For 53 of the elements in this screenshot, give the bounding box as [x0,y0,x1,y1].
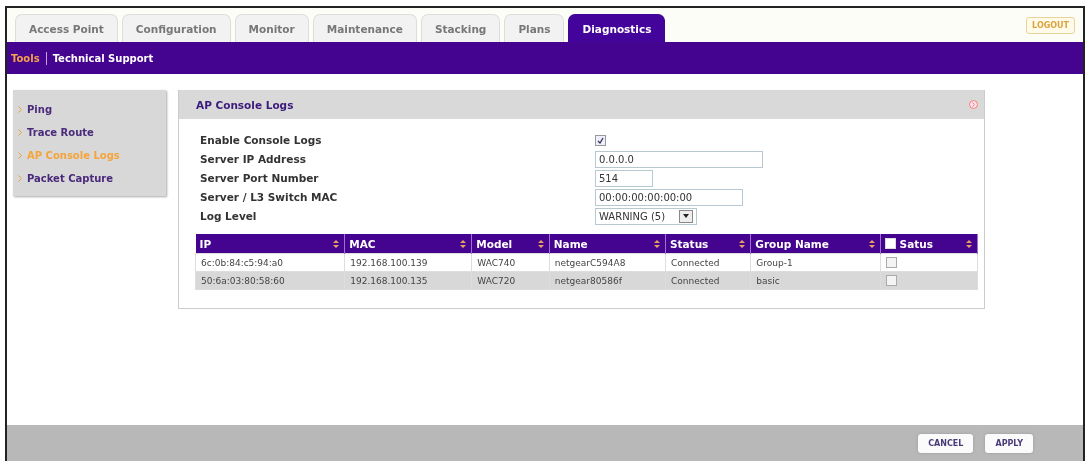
nav-tab[interactable]: Diagnostics [568,14,666,42]
nav-tab[interactable]: Monitor [234,14,309,42]
column-header[interactable]: Status [665,234,751,254]
column-header[interactable]: Satus [880,234,978,254]
nav-tab[interactable]: Access Point [15,14,118,42]
table-cell: 192.168.100.139 [344,253,472,272]
sidebar-item[interactable]: Trace Route [13,121,166,144]
input-field[interactable]: 514 [595,169,653,187]
sort-icon[interactable] [536,238,545,249]
subnav-link[interactable]: Tools [11,52,40,64]
column-header[interactable]: IP [195,234,345,254]
column-header[interactable]: Model [471,234,550,254]
sort-icon[interactable] [738,238,747,249]
column-header[interactable]: Name [549,234,666,254]
panel-title: AP Console Logs [196,98,294,111]
nav-tab[interactable]: Configuration [121,14,231,42]
column-header[interactable]: MAC [344,234,472,254]
chevron-icon [18,152,22,159]
nav-tab[interactable]: Maintenance [312,14,417,42]
sort-icon[interactable] [332,238,341,249]
footer-button[interactable]: CANCEL [918,433,974,453]
field-label: Enable Console Logs [200,133,323,148]
chevron-icon [18,129,22,136]
select-all-checkbox[interactable] [884,238,896,249]
input-field[interactable]: 00:00:00:00:00:00 [595,188,743,206]
sort-icon[interactable] [965,238,973,249]
field-label: Log Level [200,209,258,224]
field-label: Server Port Number [200,171,320,186]
sidebar-item[interactable]: Ping [13,98,166,121]
chevron-icon [18,175,22,182]
field-label: Server IP Address [200,152,307,167]
table-cell: WAC740 [471,253,550,272]
sort-icon[interactable] [867,238,876,249]
table-cell: Group-1 [750,253,881,272]
nav-tab[interactable]: Stacking [420,14,501,42]
nav-tab[interactable]: Plans [504,14,565,42]
sort-icon[interactable] [652,238,661,249]
subnav-link[interactable]: Technical Support [52,52,154,64]
checkbox[interactable] [595,134,606,146]
sort-icon[interactable] [459,238,468,249]
table-cell: 6c:0b:84:c5:94:a0 [195,253,345,272]
row-checkbox[interactable] [885,257,897,268]
sidebar-item[interactable]: Packet Capture [13,167,166,190]
field-label: Server / L3 Switch MAC [200,190,339,205]
input-field[interactable]: 0.0.0.0 [595,150,763,168]
column-header[interactable]: Group Name [750,234,881,254]
chevron-icon [18,106,22,113]
table-cell: netgearC594A8 [549,253,666,272]
caret-icon [683,214,690,218]
log-level-dropdown[interactable]: WARNING (5) [595,207,698,225]
footer-button[interactable]: APPLY [985,433,1033,453]
table-cell: Connected [665,253,751,272]
row-checkbox[interactable] [885,275,897,286]
